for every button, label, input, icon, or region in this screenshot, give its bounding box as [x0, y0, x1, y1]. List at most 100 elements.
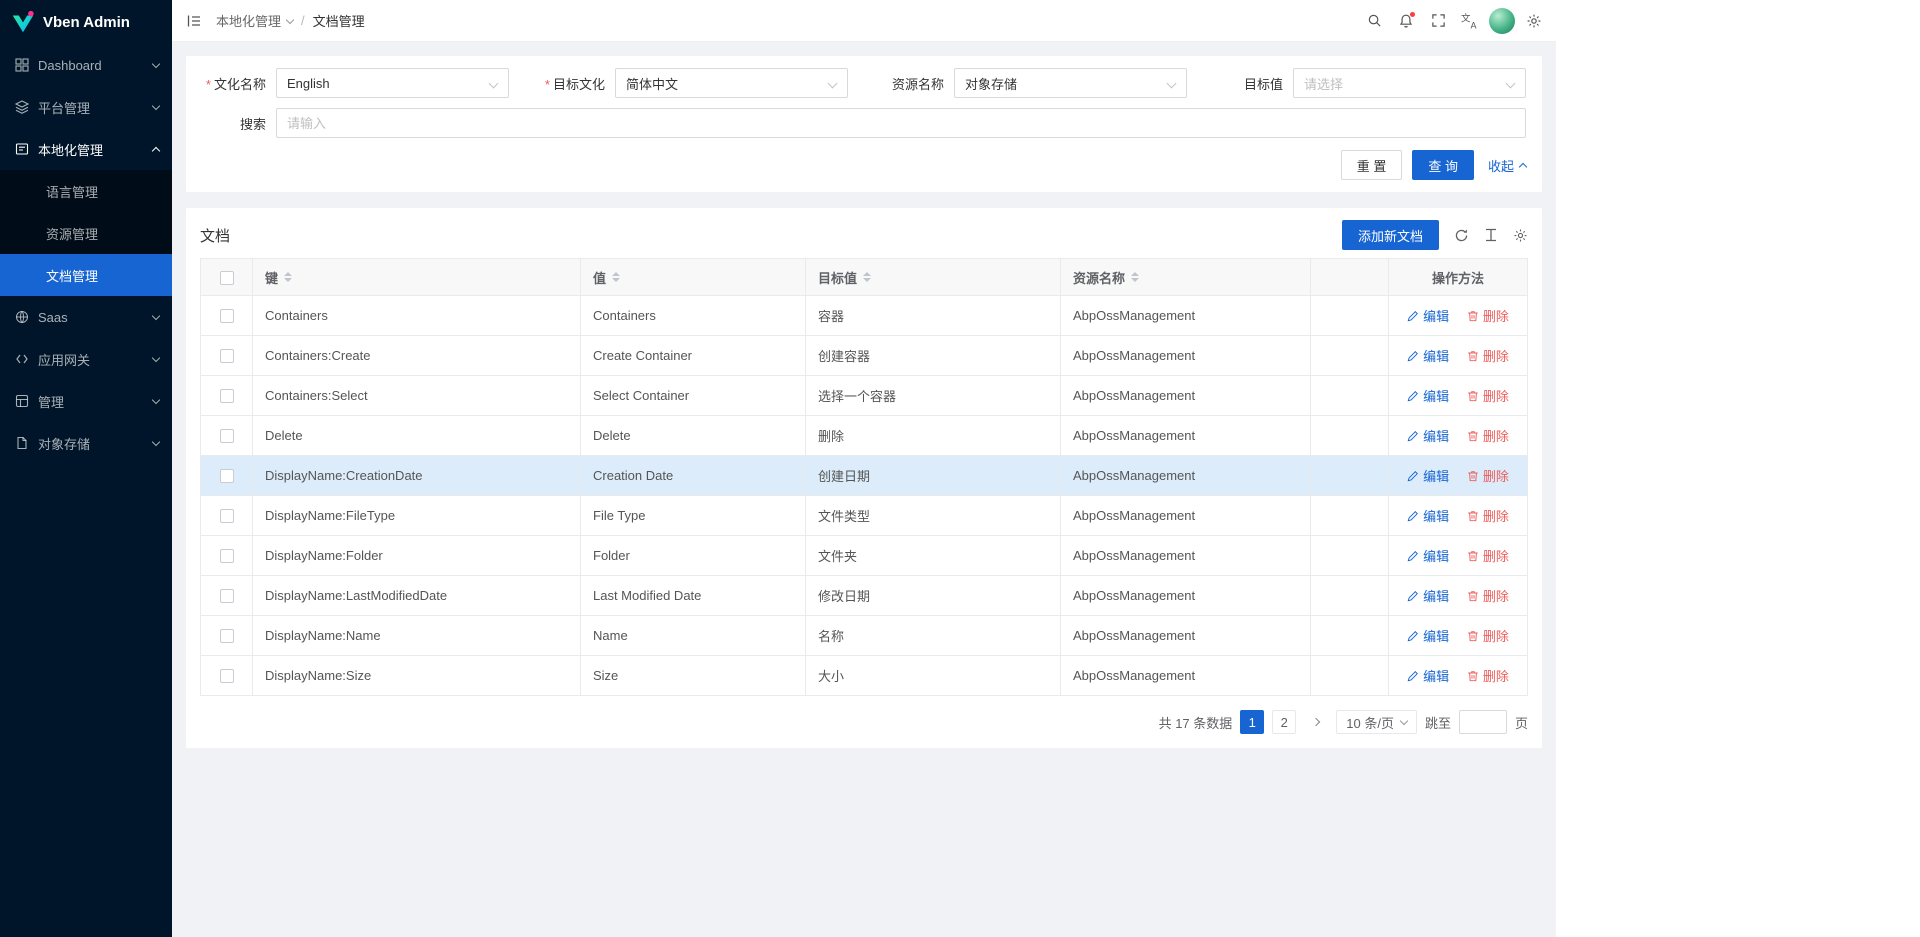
table-row[interactable]: Delete Delete 删除 AbpOssManagement 编辑 删除 — [201, 416, 1528, 456]
table-settings-icon[interactable] — [1513, 228, 1528, 243]
table-row[interactable]: DisplayName:Size Size 大小 AbpOssManagemen… — [201, 656, 1528, 696]
edit-button[interactable]: 编辑 — [1407, 306, 1449, 325]
header-cell-resource[interactable]: 资源名称 — [1061, 259, 1311, 296]
culture-name-select[interactable]: English — [276, 68, 509, 98]
collapse-toggle[interactable]: 收起 — [1488, 156, 1526, 175]
refresh-icon[interactable] — [1454, 228, 1469, 243]
breadcrumb-label: 本地化管理 — [216, 11, 281, 30]
edit-icon — [1407, 470, 1419, 482]
resource-name-select[interactable]: 对象存储 — [954, 68, 1187, 98]
jump-page-input[interactable] — [1459, 710, 1507, 734]
search-icon[interactable] — [1358, 0, 1390, 42]
table-row[interactable]: DisplayName:Folder Folder 文件夹 AbpOssMana… — [201, 536, 1528, 576]
row-checkbox[interactable] — [220, 309, 234, 323]
sidebar-subitem-resource-management[interactable]: 资源管理 — [0, 212, 172, 254]
target-value-select[interactable]: 请选择 — [1293, 68, 1526, 98]
delete-button[interactable]: 删除 — [1467, 386, 1509, 405]
cell-empty — [1311, 336, 1389, 376]
sort-icons[interactable] — [284, 272, 292, 282]
edit-button[interactable]: 编辑 — [1407, 506, 1449, 525]
select-all-checkbox[interactable] — [220, 271, 234, 285]
edit-button[interactable]: 编辑 — [1407, 626, 1449, 645]
pagination: 共 17 条数据 1 2 10 条/页 跳至 页 — [200, 710, 1528, 734]
edit-button[interactable]: 编辑 — [1407, 386, 1449, 405]
reset-button[interactable]: 重 置 — [1341, 150, 1403, 180]
sidebar-item-object-storage[interactable]: 对象存储 — [0, 422, 172, 464]
header-cell-key[interactable]: 键 — [253, 259, 581, 296]
field-label: 文化名称 — [186, 74, 276, 93]
delete-button[interactable]: 删除 — [1467, 626, 1509, 645]
search-input[interactable] — [276, 108, 1526, 138]
row-checkbox[interactable] — [220, 549, 234, 563]
table-header-row: 键 值 目标值 — [201, 259, 1528, 296]
row-checkbox[interactable] — [220, 429, 234, 443]
sidebar-item-platform-management[interactable]: 平台管理 — [0, 86, 172, 128]
table-row[interactable]: DisplayName:FileType File Type 文件类型 AbpO… — [201, 496, 1528, 536]
notification-icon[interactable] — [1390, 0, 1422, 42]
row-checkbox[interactable] — [220, 349, 234, 363]
sidebar-item-label: Saas — [38, 310, 144, 325]
cell-target: 文件类型 — [806, 496, 1061, 536]
app-title: Vben Admin — [43, 14, 130, 31]
sidebar-item-app-gateway[interactable]: 应用网关 — [0, 338, 172, 380]
edit-button[interactable]: 编辑 — [1407, 466, 1449, 485]
table-row[interactable]: DisplayName:LastModifiedDate Last Modifi… — [201, 576, 1528, 616]
edit-button[interactable]: 编辑 — [1407, 426, 1449, 445]
breadcrumb-item-localization[interactable]: 本地化管理 — [216, 11, 293, 30]
row-checkbox[interactable] — [220, 509, 234, 523]
sidebar-item-management[interactable]: 管理 — [0, 380, 172, 422]
delete-button[interactable]: 删除 — [1467, 346, 1509, 365]
avatar[interactable] — [1486, 0, 1518, 42]
sidebar-item-localization-management[interactable]: 本地化管理 — [0, 128, 172, 170]
search-button[interactable]: 查 询 — [1412, 150, 1474, 180]
next-page-button[interactable] — [1304, 710, 1328, 734]
edit-button[interactable]: 编辑 — [1407, 666, 1449, 685]
fullscreen-icon[interactable] — [1422, 0, 1454, 42]
delete-button[interactable]: 删除 — [1467, 306, 1509, 325]
menu-collapse-icon[interactable] — [178, 0, 210, 42]
header-cell-value[interactable]: 值 — [581, 259, 806, 296]
sort-icons[interactable] — [612, 272, 620, 282]
sort-icons[interactable] — [1131, 272, 1139, 282]
row-checkbox[interactable] — [220, 629, 234, 643]
row-checkbox[interactable] — [220, 389, 234, 403]
page-size-select[interactable]: 10 条/页 — [1336, 710, 1417, 734]
edit-button[interactable]: 编辑 — [1407, 346, 1449, 365]
target-culture-select[interactable]: 简体中文 — [615, 68, 848, 98]
delete-button[interactable]: 删除 — [1467, 586, 1509, 605]
table-row[interactable]: Containers Containers 容器 AbpOssManagemen… — [201, 296, 1528, 336]
delete-button[interactable]: 删除 — [1467, 666, 1509, 685]
sidebar-subitem-document-management[interactable]: 文档管理 — [0, 254, 172, 296]
sidebar-item-saas[interactable]: Saas — [0, 296, 172, 338]
chevron-down-icon — [152, 396, 160, 404]
sort-icons[interactable] — [863, 272, 871, 282]
column-height-icon[interactable] — [1484, 228, 1498, 242]
page-button-1[interactable]: 1 — [1240, 710, 1264, 734]
table-row[interactable]: Containers:Create Create Container 创建容器 … — [201, 336, 1528, 376]
page-button-2[interactable]: 2 — [1272, 710, 1296, 734]
delete-button[interactable]: 删除 — [1467, 426, 1509, 445]
breadcrumb: 本地化管理 / 文档管理 — [216, 11, 365, 30]
table-row[interactable]: Containers:Select Select Container 选择一个容… — [201, 376, 1528, 416]
cell-key: DisplayName:FileType — [253, 496, 581, 536]
settings-gear-icon[interactable] — [1518, 0, 1550, 42]
row-checkbox[interactable] — [220, 669, 234, 683]
sidebar-subitem-language-management[interactable]: 语言管理 — [0, 170, 172, 212]
row-checkbox[interactable] — [220, 589, 234, 603]
translate-icon[interactable]: 文A — [1454, 0, 1486, 42]
logo[interactable]: Vben Admin — [0, 0, 172, 44]
delete-button[interactable]: 删除 — [1467, 506, 1509, 525]
edit-button[interactable]: 编辑 — [1407, 586, 1449, 605]
delete-button[interactable]: 删除 — [1467, 546, 1509, 565]
edit-button[interactable]: 编辑 — [1407, 546, 1449, 565]
delete-button[interactable]: 删除 — [1467, 466, 1509, 485]
add-document-button[interactable]: 添加新文档 — [1342, 220, 1439, 250]
storage-icon — [14, 436, 29, 451]
table-row-highlighted[interactable]: DisplayName:CreationDate Creation Date 创… — [201, 456, 1528, 496]
field-target-culture: 目标文化 简体中文 — [525, 68, 848, 98]
delete-icon — [1467, 310, 1479, 322]
table-row[interactable]: DisplayName:Name Name 名称 AbpOssManagemen… — [201, 616, 1528, 656]
row-checkbox[interactable] — [220, 469, 234, 483]
header-cell-target[interactable]: 目标值 — [806, 259, 1061, 296]
sidebar-item-dashboard[interactable]: Dashboard — [0, 44, 172, 86]
